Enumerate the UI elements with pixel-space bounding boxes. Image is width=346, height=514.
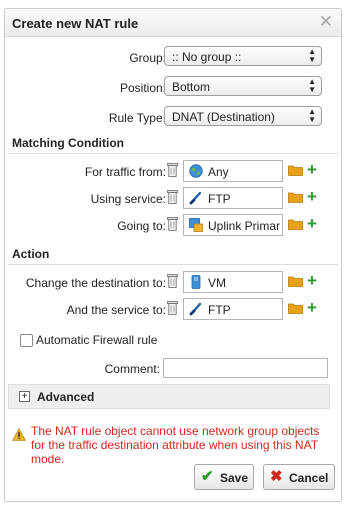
save-button[interactable]: ✔ Save [194, 464, 254, 490]
rule-type-row: Rule Type: DNAT (Destination) ▲ ▼ [0, 106, 346, 130]
rule-type-value: DNAT (Destination) [172, 110, 275, 124]
group-row: Group: :: No group :: ▲ ▼ [0, 46, 346, 70]
action-service-label: And the service to: [66, 303, 166, 317]
group-value: :: No group :: [172, 50, 242, 64]
destination-value: VM [208, 276, 226, 290]
position-row: Position: Bottom ▲ ▼ [0, 76, 346, 100]
advanced-toggle[interactable]: + Advanced [8, 384, 330, 409]
expand-icon: + [19, 391, 30, 402]
warning-message: The NAT rule object cannot use network g… [31, 424, 320, 466]
comment-input[interactable] [163, 358, 328, 378]
service-object[interactable]: FTP [183, 187, 283, 209]
trash-icon[interactable] [167, 189, 178, 204]
globe-icon [189, 164, 203, 178]
action-service-value: FTP [208, 303, 231, 317]
folder-icon[interactable] [288, 191, 303, 203]
going-to-row: Going to: Uplink Primar + [0, 214, 346, 238]
x-icon: ✖ [270, 468, 283, 485]
action-service-row: And the service to: FTP + [0, 298, 346, 322]
add-icon[interactable]: + [307, 187, 317, 207]
going-to-label: Going to: [117, 219, 166, 233]
cancel-label: Cancel [289, 471, 329, 485]
position-select[interactable]: Bottom ▲ ▼ [164, 76, 322, 96]
trash-icon[interactable] [167, 273, 178, 288]
add-icon[interactable]: + [307, 214, 317, 234]
auto-firewall-label: Automatic Firewall rule [36, 333, 158, 347]
warning-icon [12, 428, 26, 441]
destination-object[interactable]: VM [183, 271, 283, 293]
service-label: Using service: [90, 192, 166, 206]
add-icon[interactable]: + [307, 271, 317, 291]
traffic-from-row: For traffic from: Any + [0, 160, 346, 184]
group-label: Group: [129, 51, 166, 65]
trash-icon[interactable] [167, 300, 178, 315]
section-divider [8, 264, 338, 265]
service-icon [189, 191, 202, 205]
host-icon [191, 275, 201, 289]
service-row: Using service: FTP + [0, 187, 346, 211]
advanced-label: Advanced [37, 390, 95, 404]
rule-type-label: Rule Type: [108, 111, 166, 125]
dialog-title: Create new NAT rule [12, 16, 139, 31]
folder-icon[interactable] [288, 275, 303, 287]
action-heading: Action [12, 247, 50, 261]
add-icon[interactable]: + [307, 298, 317, 318]
save-label: Save [220, 471, 249, 485]
service-icon [189, 302, 202, 316]
traffic-from-value: Any [208, 165, 229, 179]
rule-type-select[interactable]: DNAT (Destination) ▲ ▼ [164, 106, 322, 126]
folder-icon[interactable] [288, 302, 303, 314]
position-value: Bottom [172, 80, 211, 94]
folder-icon[interactable] [288, 164, 303, 176]
traffic-from-object[interactable]: Any [183, 160, 283, 182]
comment-label: Comment: [104, 362, 160, 376]
service-value: FTP [208, 192, 231, 206]
going-to-object[interactable]: Uplink Primar [183, 214, 283, 236]
position-label: Position: [119, 81, 166, 95]
add-icon[interactable]: + [307, 160, 317, 180]
dialog-titlebar: Create new NAT rule ✕ [5, 9, 341, 37]
close-icon[interactable]: ✕ [319, 12, 333, 32]
trash-icon[interactable] [167, 216, 178, 231]
change-destination-label: Change the destination to: [25, 276, 166, 290]
action-service-object[interactable]: FTP [183, 298, 283, 320]
folder-icon[interactable] [288, 218, 303, 230]
change-destination-row: Change the destination to: VM + [0, 271, 346, 295]
matching-heading: Matching Condition [12, 136, 124, 150]
traffic-from-label: For traffic from: [84, 165, 166, 179]
network-icon [189, 218, 203, 232]
select-arrows-icon: ▲ ▼ [308, 47, 316, 64]
trash-icon[interactable] [167, 162, 178, 177]
cancel-button[interactable]: ✖ Cancel [263, 464, 335, 490]
going-to-value: Uplink Primar [208, 219, 281, 233]
select-arrows-icon: ▲ ▼ [308, 77, 316, 94]
auto-firewall-checkbox[interactable] [20, 334, 33, 347]
section-divider [8, 153, 338, 154]
select-arrows-icon: ▲ ▼ [308, 107, 316, 124]
checkmark-icon: ✔ [201, 468, 214, 485]
group-select[interactable]: :: No group :: ▲ ▼ [164, 46, 322, 66]
